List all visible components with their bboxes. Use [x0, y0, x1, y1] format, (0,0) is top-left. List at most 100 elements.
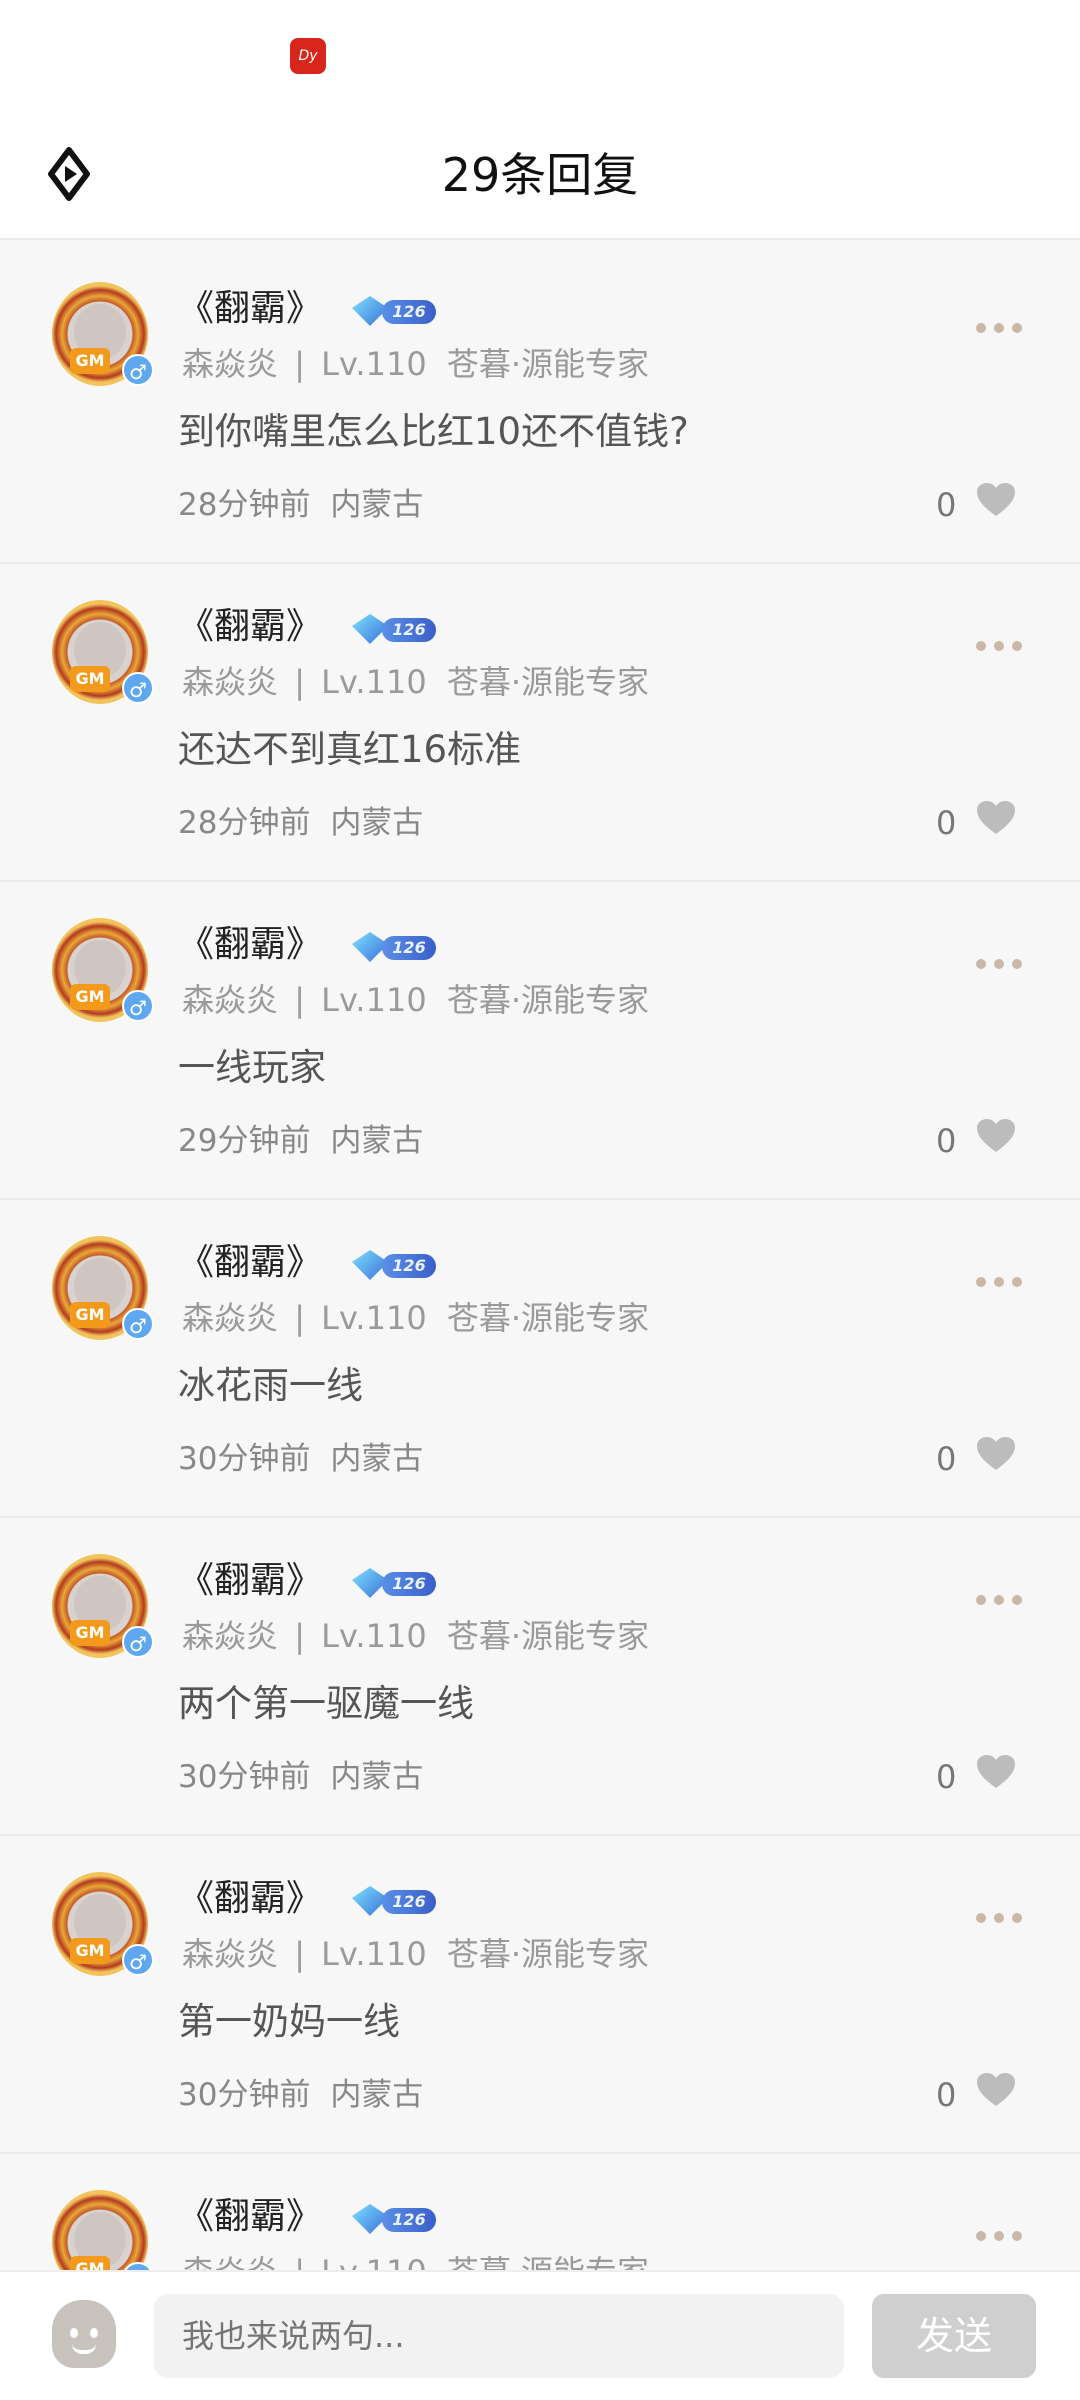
username[interactable]: 《翻霸》	[178, 602, 322, 652]
avatar-tag: GM	[70, 1938, 110, 1964]
reply-time-location: 28分钟前 内蒙古	[178, 800, 423, 846]
emoji-mouth	[72, 2344, 96, 2354]
meta-separator: |	[294, 345, 305, 383]
character-level: Lv.110	[321, 1617, 427, 1655]
send-button[interactable]: 发送	[872, 2294, 1036, 2378]
more-options-icon[interactable]	[976, 1906, 1036, 1930]
character-server: 苍暮·源能专家	[446, 1617, 650, 1655]
character-level: Lv.110	[321, 345, 427, 383]
reply-content: 还达不到真红16标准	[178, 728, 522, 771]
character-name: 森焱炎	[182, 1935, 279, 1973]
heart-icon[interactable]	[976, 800, 1020, 844]
like-count: 0	[936, 1758, 957, 1796]
male-icon: ♂	[122, 1308, 154, 1340]
avatar[interactable]: GM ♂	[52, 600, 154, 704]
comment-input[interactable]	[154, 2294, 844, 2378]
avatar[interactable]: GM ♂	[52, 918, 154, 1022]
avatar-tag: GM	[70, 666, 110, 692]
reply-location: 内蒙古	[330, 1759, 424, 1795]
page-title: 29条回复	[441, 148, 639, 202]
header-bar: 29条回复	[0, 110, 1080, 240]
level-badge: 126	[352, 2202, 436, 2236]
male-icon: ♂	[122, 990, 154, 1022]
level-badge: 126	[352, 1566, 436, 1600]
more-options-icon[interactable]	[976, 952, 1036, 976]
user-meta: 森焱炎 | Lv.110 苍暮·源能专家	[182, 978, 649, 1022]
level-badge-number: 126	[382, 2208, 436, 2232]
reply-item[interactable]: GM ♂ 《翻霸》 126 森焱炎 | Lv.110 苍暮·源能专家 还达不到真…	[0, 564, 1080, 882]
reply-list[interactable]: GM ♂ 《翻霸》 126 森焱炎 | Lv.110 苍暮·源能专家 到你嘴里怎…	[0, 246, 1080, 2400]
reply-time-location: 30分钟前 内蒙古	[178, 1754, 423, 1800]
more-options-icon[interactable]	[976, 2224, 1036, 2248]
reply-content: 第一奶妈一线	[178, 2000, 400, 2043]
male-icon: ♂	[122, 354, 154, 386]
emoji-eye-right	[90, 2328, 98, 2338]
character-name: 森焱炎	[182, 1299, 279, 1337]
character-level: Lv.110	[321, 1299, 427, 1337]
heart-icon[interactable]	[976, 1118, 1020, 1162]
level-badge: 126	[352, 930, 436, 964]
level-badge: 126	[352, 294, 436, 328]
character-level: Lv.110	[321, 663, 427, 701]
avatar[interactable]: GM ♂	[52, 1872, 154, 1976]
reply-time-location: 30分钟前 内蒙古	[178, 2072, 423, 2118]
avatar-tag: GM	[70, 1302, 110, 1328]
level-badge-number: 126	[382, 300, 436, 324]
meta-separator: |	[294, 663, 305, 701]
heart-icon[interactable]	[976, 1436, 1020, 1480]
reply-item[interactable]: GM ♂ 《翻霸》 126 森焱炎 | Lv.110 苍暮·源能专家 一线玩家 …	[0, 882, 1080, 1200]
reply-time: 28分钟前	[178, 805, 311, 841]
more-options-icon[interactable]	[976, 316, 1036, 340]
heart-icon[interactable]	[976, 1754, 1020, 1798]
avatar[interactable]: GM ♂	[52, 1236, 154, 1340]
level-badge-number: 126	[382, 1890, 436, 1914]
meta-separator: |	[294, 1299, 305, 1337]
more-options-icon[interactable]	[976, 634, 1036, 658]
reply-item[interactable]: GM ♂ 《翻霸》 126 森焱炎 | Lv.110 苍暮·源能专家 冰花雨一线…	[0, 1200, 1080, 1518]
reply-time-location: 28分钟前 内蒙古	[178, 482, 423, 528]
reply-item[interactable]: GM ♂ 《翻霸》 126 森焱炎 | Lv.110 苍暮·源能专家 第一奶妈一…	[0, 1836, 1080, 2154]
heart-icon[interactable]	[976, 2072, 1020, 2116]
reply-time: 30分钟前	[178, 1759, 311, 1795]
male-icon: ♂	[122, 1944, 154, 1976]
male-icon: ♂	[122, 1626, 154, 1658]
reply-content: 两个第一驱魔一线	[178, 1682, 474, 1725]
reply-item[interactable]: GM ♂ 《翻霸》 126 森焱炎 | Lv.110 苍暮·源能专家 两个第一驱…	[0, 1518, 1080, 1836]
level-badge: 126	[352, 1884, 436, 1918]
username[interactable]: 《翻霸》	[178, 1874, 322, 1924]
username[interactable]: 《翻霸》	[178, 1238, 322, 1288]
male-icon: ♂	[122, 672, 154, 704]
avatar[interactable]: GM ♂	[52, 1554, 154, 1658]
meta-separator: |	[294, 1935, 305, 1973]
reply-time: 30分钟前	[178, 1441, 311, 1477]
character-server: 苍暮·源能专家	[446, 981, 650, 1019]
reply-time: 29分钟前	[178, 1123, 311, 1159]
reply-item[interactable]: GM ♂ 《翻霸》 126 森焱炎 | Lv.110 苍暮·源能专家 到你嘴里怎…	[0, 246, 1080, 564]
username[interactable]: 《翻霸》	[178, 284, 322, 334]
username[interactable]: 《翻霸》	[178, 1556, 322, 1606]
app-notification-icon: Dy	[290, 38, 326, 74]
user-meta: 森焱炎 | Lv.110 苍暮·源能专家	[182, 660, 649, 704]
character-name: 森焱炎	[182, 1617, 279, 1655]
reply-location: 内蒙古	[330, 1441, 424, 1477]
reply-time: 28分钟前	[178, 487, 311, 523]
reply-location: 内蒙古	[330, 487, 424, 523]
meta-separator: |	[294, 981, 305, 1019]
emoji-icon[interactable]	[52, 2300, 116, 2368]
more-options-icon[interactable]	[976, 1270, 1036, 1294]
reply-content: 冰花雨一线	[178, 1364, 363, 1407]
emoji-eye-left	[70, 2328, 78, 2338]
user-meta: 森焱炎 | Lv.110 苍暮·源能专家	[182, 1296, 649, 1340]
avatar-tag: GM	[70, 348, 110, 374]
character-name: 森焱炎	[182, 663, 279, 701]
character-name: 森焱炎	[182, 981, 279, 1019]
like-count: 0	[936, 1122, 957, 1160]
more-options-icon[interactable]	[976, 1588, 1036, 1612]
heart-icon[interactable]	[976, 482, 1020, 526]
character-level: Lv.110	[321, 981, 427, 1019]
meta-separator: |	[294, 1617, 305, 1655]
avatar[interactable]: GM ♂	[52, 282, 154, 386]
username[interactable]: 《翻霸》	[178, 2192, 322, 2242]
username[interactable]: 《翻霸》	[178, 920, 322, 970]
like-count: 0	[936, 804, 957, 842]
